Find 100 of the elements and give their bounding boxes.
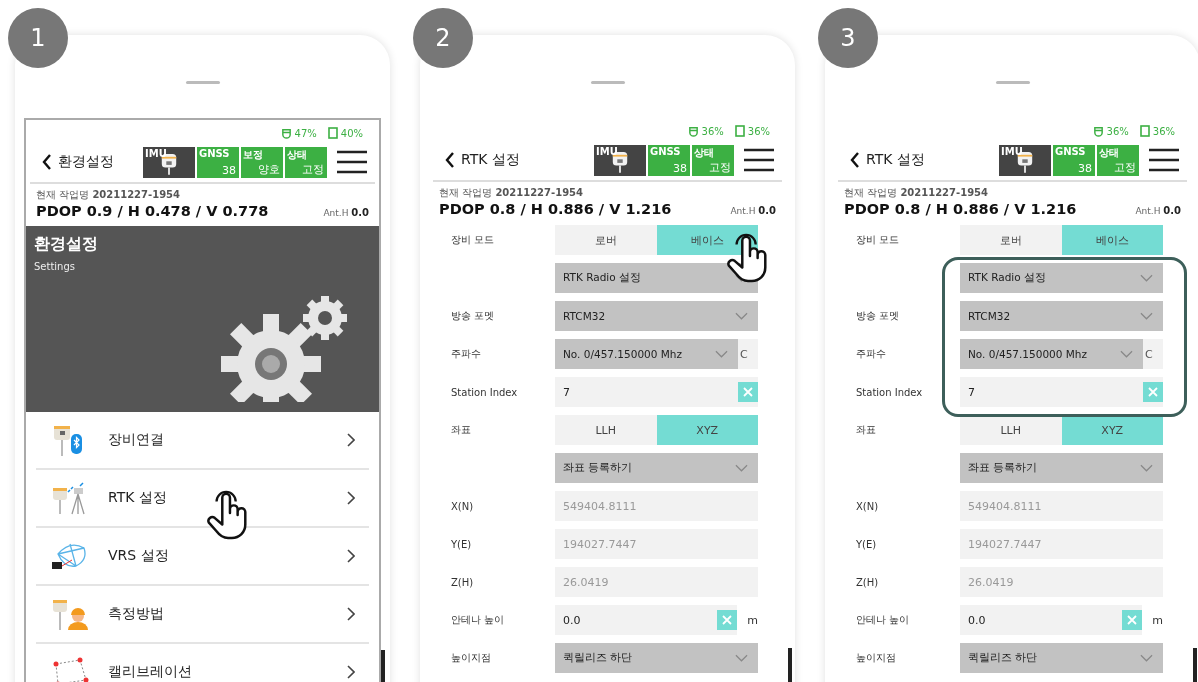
unit-label: m xyxy=(747,613,758,627)
tile-label: IMU xyxy=(596,145,618,157)
status-tile: GNSS 38 xyxy=(1053,144,1095,176)
menu-item[interactable]: RTK 설정 xyxy=(36,470,369,528)
clear-button[interactable] xyxy=(738,382,758,402)
input-field: 549404.8111 xyxy=(555,491,758,521)
back-icon xyxy=(42,154,52,170)
menu-item[interactable]: 장비연결 xyxy=(36,412,369,470)
menu-item[interactable]: VRS 설정 xyxy=(36,528,369,586)
dropdown[interactable]: 퀵릴리즈 하단 xyxy=(555,643,758,673)
field-label: Z(H) xyxy=(451,576,475,588)
toggle-option[interactable]: XYZ xyxy=(1061,415,1163,445)
toggle-option[interactable]: LLH xyxy=(555,415,657,445)
job-name: 20211227-1954 xyxy=(495,187,584,198)
job-label: 현재 작업명 xyxy=(844,187,898,198)
menu-icon[interactable] xyxy=(1149,148,1179,172)
menu-icon[interactable] xyxy=(337,150,367,174)
step-number: 2 xyxy=(413,8,473,68)
dropdown[interactable]: RTCM32 xyxy=(555,301,758,331)
field-label: Y(E) xyxy=(451,538,473,550)
clear-button[interactable] xyxy=(717,610,738,630)
receiver-icon xyxy=(687,125,699,137)
dropdown[interactable]: 퀵릴리즈 하단 xyxy=(960,643,1163,673)
menu-item-label: 측정방법 xyxy=(108,605,165,623)
toggle-option[interactable]: LLH xyxy=(960,415,1062,445)
dop-readout: PDOP 0.8 / H 0.886 / V 1.216 xyxy=(844,201,1077,217)
clear-button[interactable] xyxy=(1122,610,1143,630)
battery-icon xyxy=(1139,125,1150,137)
receiver-icon xyxy=(280,127,292,139)
job-label: 현재 작업명 xyxy=(439,187,493,198)
input-field[interactable]: 7 xyxy=(960,377,1163,407)
close-icon xyxy=(743,387,753,397)
receiver-icon xyxy=(1092,125,1104,137)
dropdown[interactable]: 좌표 등록하기 xyxy=(960,453,1163,483)
chevron-down-icon xyxy=(1140,464,1153,472)
field-label: 높이지점 xyxy=(856,651,897,665)
input-field: 26.0419 xyxy=(960,567,1163,597)
field-label: X(N) xyxy=(856,500,880,512)
antenna-label: Ant.H xyxy=(323,208,349,218)
back-button[interactable]: 환경설정 xyxy=(42,153,114,171)
field-label: 장비 모드 xyxy=(856,233,901,247)
field-label: Y(E) xyxy=(856,538,878,550)
dropdown[interactable]: RTK Radio 설정 xyxy=(960,263,1163,293)
dropdown[interactable]: 좌표 등록하기 xyxy=(555,453,758,483)
chevron-right-icon xyxy=(347,433,355,447)
toggle-option[interactable]: 베이스 xyxy=(1061,225,1163,255)
banner-title: 환경설정 xyxy=(34,234,99,255)
field-label: Z(H) xyxy=(856,576,880,588)
menu-item-label: 캘리브레이션 xyxy=(108,663,193,681)
field-label: 안테나 높이 xyxy=(451,613,506,627)
field-label: 방송 포멧 xyxy=(451,309,496,323)
chevron-right-icon xyxy=(347,549,355,563)
dop-readout: PDOP 0.8 / H 0.886 / V 1.216 xyxy=(439,201,672,217)
dropdown[interactable]: No. 0/457.150000 Mhz xyxy=(960,339,1143,369)
battery-icon xyxy=(734,125,745,137)
input-field[interactable]: 0.0 xyxy=(960,605,1143,635)
toggle-option[interactable]: 로버 xyxy=(555,225,657,255)
dropdown[interactable]: No. 0/457.150000 Mhz xyxy=(555,339,738,369)
toggle-option[interactable]: 로버 xyxy=(960,225,1062,255)
step-number: 1 xyxy=(8,8,68,68)
clear-button[interactable] xyxy=(1143,382,1163,402)
input-field[interactable]: 0.0 xyxy=(555,605,738,635)
field-label: 장비 모드 xyxy=(451,233,496,247)
chevron-down-icon xyxy=(715,350,728,358)
input-field: 26.0419 xyxy=(555,567,758,597)
toggle-option[interactable]: XYZ xyxy=(656,415,758,445)
drag-handle xyxy=(590,81,625,84)
antenna-value: 0.0 xyxy=(351,207,369,218)
unit-label: m xyxy=(1152,613,1163,627)
menu-item-label: RTK 설정 xyxy=(108,489,168,507)
status-tile: GNSS 38 xyxy=(648,144,690,176)
menu-icon[interactable] xyxy=(744,148,774,172)
chevron-down-icon xyxy=(1140,654,1153,662)
menu-item-label: VRS 설정 xyxy=(108,547,170,565)
antenna-label: Ant.H xyxy=(1135,206,1161,216)
job-name: 20211227-1954 xyxy=(900,187,989,198)
hidden-field-text: C xyxy=(739,347,748,361)
field-label: X(N) xyxy=(451,500,475,512)
menu-item[interactable]: 캘리브레이션 xyxy=(36,644,369,682)
chevron-down-icon xyxy=(1140,274,1153,282)
menu-item-label: 장비연결 xyxy=(108,431,165,449)
chevron-right-icon xyxy=(347,665,355,679)
scrollbar xyxy=(788,648,792,682)
field-label: Station Index xyxy=(856,386,924,398)
drag-handle xyxy=(185,81,220,84)
receiver-battery: 36% xyxy=(1106,125,1129,137)
status-tile: 상태 고정 xyxy=(1097,144,1139,176)
status-tile: 보정 양호 xyxy=(241,146,283,178)
chevron-right-icon xyxy=(347,491,355,505)
field-label: Station Index xyxy=(451,386,519,398)
chevron-down-icon xyxy=(1120,350,1133,358)
field-label: 주파수 xyxy=(856,347,887,361)
menu-item[interactable]: 측정방법 xyxy=(36,586,369,644)
dop-readout: PDOP 0.9 / H 0.478 / V 0.778 xyxy=(36,203,269,219)
back-button[interactable]: RTK 설정 xyxy=(850,151,925,169)
receiver-battery: 36% xyxy=(701,125,724,137)
back-button[interactable]: RTK 설정 xyxy=(445,151,520,169)
dropdown[interactable]: RTCM32 xyxy=(960,301,1163,331)
dropdown[interactable]: RTK Radio 설정 xyxy=(555,263,758,293)
input-field[interactable]: 7 xyxy=(555,377,758,407)
